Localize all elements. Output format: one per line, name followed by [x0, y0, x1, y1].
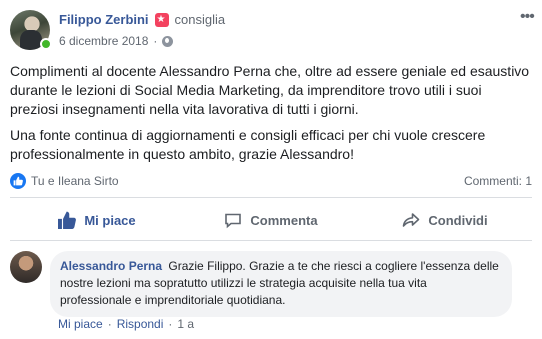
recommend-label: consiglia: [174, 12, 226, 27]
like-reaction-icon[interactable]: [10, 173, 26, 189]
comments-count[interactable]: Commenti: 1: [464, 174, 532, 188]
post-meta: 6 dicembre 2018 ·: [59, 34, 174, 48]
comment-bubble-icon: [225, 213, 242, 229]
share-button-label: Condividi: [428, 212, 488, 228]
comment-timestamp[interactable]: 1 a: [177, 317, 194, 331]
online-status-dot: [40, 38, 52, 50]
comment-button-label: Commenta: [250, 212, 318, 228]
reactions-bar: Tu e Ileana Sirto Commenti: 1: [10, 172, 532, 190]
commenter-avatar[interactable]: [10, 251, 42, 283]
comment-action-separator: ·: [168, 317, 173, 331]
author-name[interactable]: Filippo Zerbini: [59, 12, 149, 27]
more-options-icon[interactable]: •••: [520, 9, 536, 25]
comment-actions: Mi piace · Rispondi · 1 a: [58, 317, 194, 331]
post-date[interactable]: 6 dicembre 2018: [59, 34, 148, 48]
globe-icon[interactable]: [162, 35, 174, 47]
meta-separator: ·: [153, 34, 158, 48]
reaction-names[interactable]: Tu e Ileana Sirto: [31, 174, 119, 188]
comment-author[interactable]: Alessandro Perna: [60, 259, 162, 273]
comment-bubble: Alessandro Perna Grazie Filippo. Grazie …: [50, 251, 512, 317]
like-button[interactable]: Mi piace: [10, 203, 184, 237]
share-arrow-icon: [403, 213, 420, 227]
post-header: Filippo Zerbini consiglia: [59, 12, 225, 27]
recommend-star-icon: [154, 12, 169, 27]
post-paragraph-1: Complimenti al docente Alessandro Perna …: [10, 63, 530, 117]
action-bar: Mi piace Commenta Condividi: [10, 203, 532, 237]
post-body: Complimenti al docente Alessandro Perna …: [10, 62, 532, 171]
divider-bottom: [10, 240, 532, 241]
comment-like-link[interactable]: Mi piace: [58, 317, 103, 331]
divider-top: [10, 197, 532, 198]
post-paragraph-2: Una fonte continua di aggiornamenti e co…: [10, 127, 486, 162]
facebook-post: Filippo Zerbini consiglia 6 dicembre 201…: [0, 0, 542, 339]
comment-action-separator: ·: [107, 317, 112, 331]
share-button[interactable]: Condividi: [358, 203, 532, 237]
comment-reply-link[interactable]: Rispondi: [117, 317, 164, 331]
comment-button[interactable]: Commenta: [184, 203, 358, 237]
like-button-label: Mi piace: [84, 212, 136, 228]
thumbs-up-icon: [58, 211, 77, 229]
